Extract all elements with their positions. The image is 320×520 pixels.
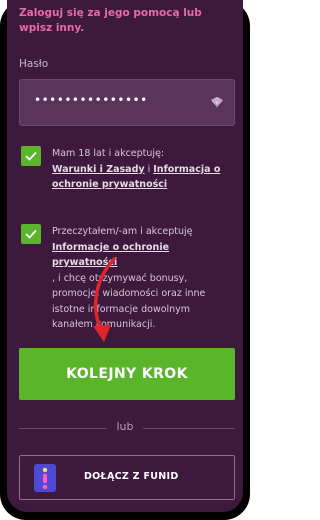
privacy-info-link[interactable]: Informacje o ochronie prywatności [52,242,169,269]
terms-link[interactable]: Warunki i Zasady [52,164,145,175]
age-terms-consent: Mam 18 lat i akceptuję: Warunki i Zasady… [19,146,229,208]
device-frame: Zaloguj się za jego pomocą lub wpisz inn… [0,0,250,520]
marketing-line-3: istotne informacje dowolnym [52,303,191,315]
age-terms-text: Mam 18 lat i akceptuję: Warunki i Zasady… [52,146,232,193]
marketing-text: Przeczytałem/-am i akceptuję Informacje … [52,224,232,333]
funid-logo-icon [34,464,56,492]
password-value: ••••••••••••••• [34,93,148,107]
join-funid-label: DOŁĄCZ Z FUNID [84,471,179,482]
join-with-funid-button[interactable]: DOŁĄCZ Z FUNID [19,455,235,500]
show-password-icon[interactable] [208,95,226,109]
password-input[interactable]: ••••••••••••••• [19,79,235,126]
marketing-line-4: kanałem komunikacji. [52,319,156,330]
password-label: Hasło [19,58,49,70]
registration-screen: Zaloguj się za jego pomocą lub wpisz inn… [7,0,243,512]
next-step-button[interactable]: KOLEJNY KROK [19,348,235,400]
checkmark-icon [25,151,37,161]
marketing-line-1: , i chcę otrzymywać bonusy, [52,272,188,284]
checkmark-icon [25,229,37,239]
divider-right [143,428,235,429]
marketing-prefix: Przeczytałem/-am i akceptuję [52,226,193,237]
age-terms-prefix: Mam 18 lat i akceptuję: [52,148,165,159]
age-terms-checkbox[interactable] [21,146,41,166]
login-hint: Zaloguj się za jego pomocą lub wpisz inn… [19,7,202,34]
terms-connector: i [144,163,154,175]
marketing-consent: Przeczytałem/-am i akceptuję Informacje … [19,224,229,334]
marketing-checkbox[interactable] [21,224,41,244]
divider-label: lub [116,420,134,433]
marketing-line-2: promocje, wiadomości oraz inne [52,288,206,299]
